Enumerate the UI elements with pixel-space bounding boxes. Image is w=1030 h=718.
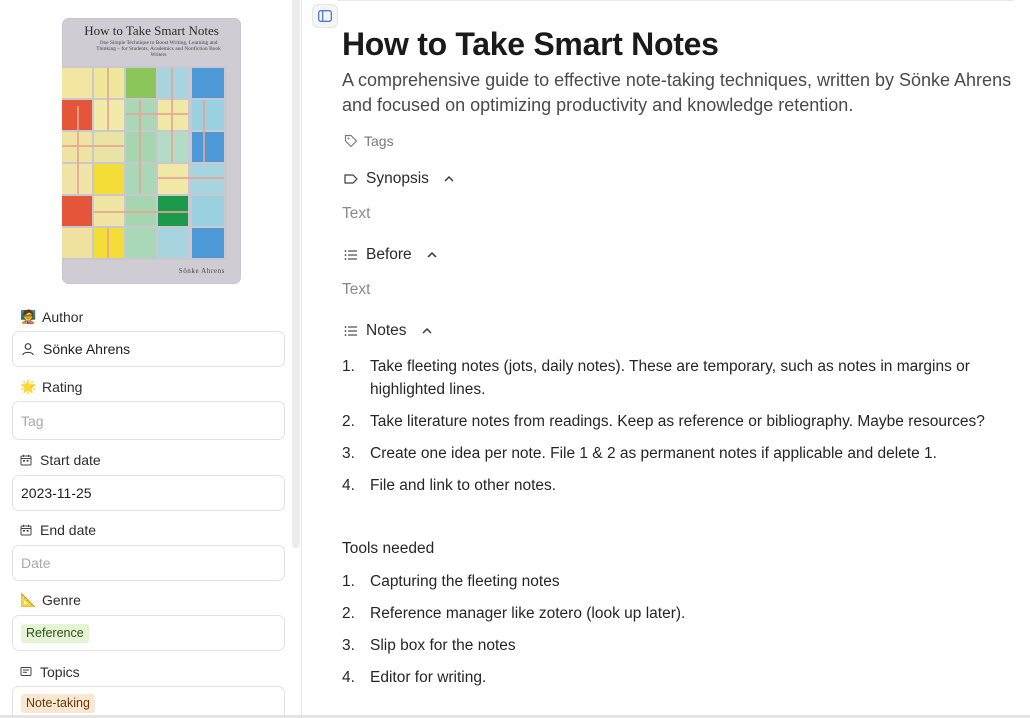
list-item[interactable]: 1. Capturing the fleeting notes <box>342 570 1012 593</box>
person-icon <box>22 343 34 356</box>
list-item[interactable]: 2. Reference manager like zotero (look u… <box>342 602 1012 625</box>
list-item-number: 1. <box>342 573 355 590</box>
notes-section-header[interactable]: Notes <box>344 322 433 340</box>
rating-label-text: Rating <box>42 379 83 395</box>
start-date-label-text: Start date <box>40 452 101 468</box>
list-item[interactable]: 3. Slip box for the notes <box>342 634 1012 657</box>
synopsis-text[interactable]: Text <box>342 205 370 223</box>
before-text[interactable]: Text <box>342 281 370 299</box>
top-border <box>338 0 1014 1</box>
list-item-text: Editor for writing. <box>370 669 487 686</box>
notes-list: 1. Take fleeting notes (jots, daily note… <box>342 355 1012 497</box>
calendar-icon <box>20 454 32 466</box>
list-icon <box>344 250 357 260</box>
list-item[interactable]: 1. Take fleeting notes (jots, daily note… <box>342 355 1012 401</box>
end-date-field[interactable]: Date <box>12 545 285 581</box>
list-item[interactable]: 4. File and link to other notes. <box>342 474 1012 497</box>
start-date-value: 2023-11-25 <box>21 485 92 501</box>
properties-sidebar: How to Take Smart Notes One Simple Techn… <box>0 0 296 718</box>
list-item-text: Take literature notes from readings. Kee… <box>370 413 985 430</box>
star-emoji-icon: 🌟 <box>20 379 37 394</box>
page-content: How to Take Smart Notes A comprehensive … <box>302 0 1030 718</box>
list-item-number: 3. <box>342 637 355 654</box>
end-date-label-text: End date <box>40 522 97 538</box>
list-item-text: File and link to other notes. <box>370 477 557 494</box>
tags-property[interactable]: Tags <box>344 133 394 149</box>
list-item-text: Create one idea per note. File 1 & 2 as … <box>370 445 937 462</box>
topics-pill[interactable]: Note-taking <box>21 694 95 713</box>
author-field[interactable]: Sönke Ahrens <box>12 331 285 367</box>
rating-placeholder: Tag <box>21 412 44 429</box>
start-date-field[interactable]: 2023-11-25 <box>12 475 285 511</box>
cover-author: Sönke Ahrens <box>178 267 225 275</box>
author-label: 🧑‍🏫 Author <box>20 309 83 325</box>
author-value: Sönke Ahrens <box>43 341 131 357</box>
page-subtitle[interactable]: A comprehensive guide to effective note-… <box>342 68 1022 118</box>
sidebar-scrollbar[interactable] <box>292 0 300 548</box>
tools-list: 1. Capturing the fleeting notes 2. Refer… <box>342 570 1012 689</box>
cover-subtitle: One Simple Technique to Boost Writing, L… <box>96 40 221 58</box>
tag-icon <box>344 134 358 148</box>
genre-field[interactable]: Reference <box>12 615 285 651</box>
book-cover-image[interactable]: How to Take Smart Notes One Simple Techn… <box>62 18 241 284</box>
list-item[interactable]: 2. Take literature notes from readings. … <box>342 410 1012 433</box>
list-item[interactable]: 3. Create one idea per note. File 1 & 2 … <box>342 442 1012 465</box>
toggle-sidebar-button[interactable] <box>312 4 338 28</box>
message-square-icon <box>20 667 32 676</box>
before-label: Before <box>366 246 412 263</box>
before-section-header[interactable]: Before <box>344 246 438 264</box>
genre-pill[interactable]: Reference <box>21 623 89 643</box>
author-label-text: Author <box>42 309 84 325</box>
cover-artwork <box>62 66 227 260</box>
triangular-ruler-emoji-icon: 📐 <box>20 592 37 607</box>
calendar-icon <box>20 524 32 536</box>
topics-label: Topics <box>20 664 80 680</box>
topics-label-text: Topics <box>40 664 80 680</box>
list-item-number: 4. <box>342 477 355 494</box>
genre-label: 📐 Genre <box>20 592 81 608</box>
list-item-text: Reference manager like zotero (look up l… <box>370 605 686 622</box>
list-item-number: 2. <box>342 605 355 622</box>
notes-label: Notes <box>366 322 407 339</box>
list-item[interactable]: 4. Editor for writing. <box>342 666 1012 689</box>
chevron-up-icon[interactable] <box>426 249 438 261</box>
end-date-label: End date <box>20 522 96 538</box>
chevron-up-icon[interactable] <box>443 173 455 185</box>
teacher-emoji-icon: 🧑‍🏫 <box>20 309 37 324</box>
list-icon <box>344 326 357 336</box>
rating-label: 🌟 Rating <box>20 379 82 395</box>
list-item-text: Slip box for the notes <box>370 637 516 654</box>
chevron-up-icon[interactable] <box>421 325 433 337</box>
synopsis-section-header[interactable]: Synopsis <box>344 170 455 188</box>
label-icon <box>344 174 358 184</box>
page-title[interactable]: How to Take Smart Notes <box>342 26 719 63</box>
tools-heading[interactable]: Tools needed <box>342 540 434 558</box>
list-item-number: 3. <box>342 445 355 462</box>
genre-label-text: Genre <box>42 592 81 608</box>
end-date-placeholder: Date <box>21 555 51 571</box>
cover-title: How to Take Smart Notes <box>84 23 219 38</box>
rating-field[interactable]: Tag <box>12 401 285 440</box>
list-item-text: Take fleeting notes (jots, daily notes).… <box>370 358 970 398</box>
sidebar-panel-icon <box>318 10 332 22</box>
list-item-number: 1. <box>342 358 355 375</box>
tags-label: Tags <box>364 133 394 149</box>
topics-field[interactable]: Note-taking <box>12 686 285 718</box>
list-item-number: 2. <box>342 413 355 430</box>
list-item-number: 4. <box>342 669 355 686</box>
start-date-label: Start date <box>20 452 101 468</box>
synopsis-label: Synopsis <box>366 170 429 187</box>
list-item-text: Capturing the fleeting notes <box>370 573 560 590</box>
